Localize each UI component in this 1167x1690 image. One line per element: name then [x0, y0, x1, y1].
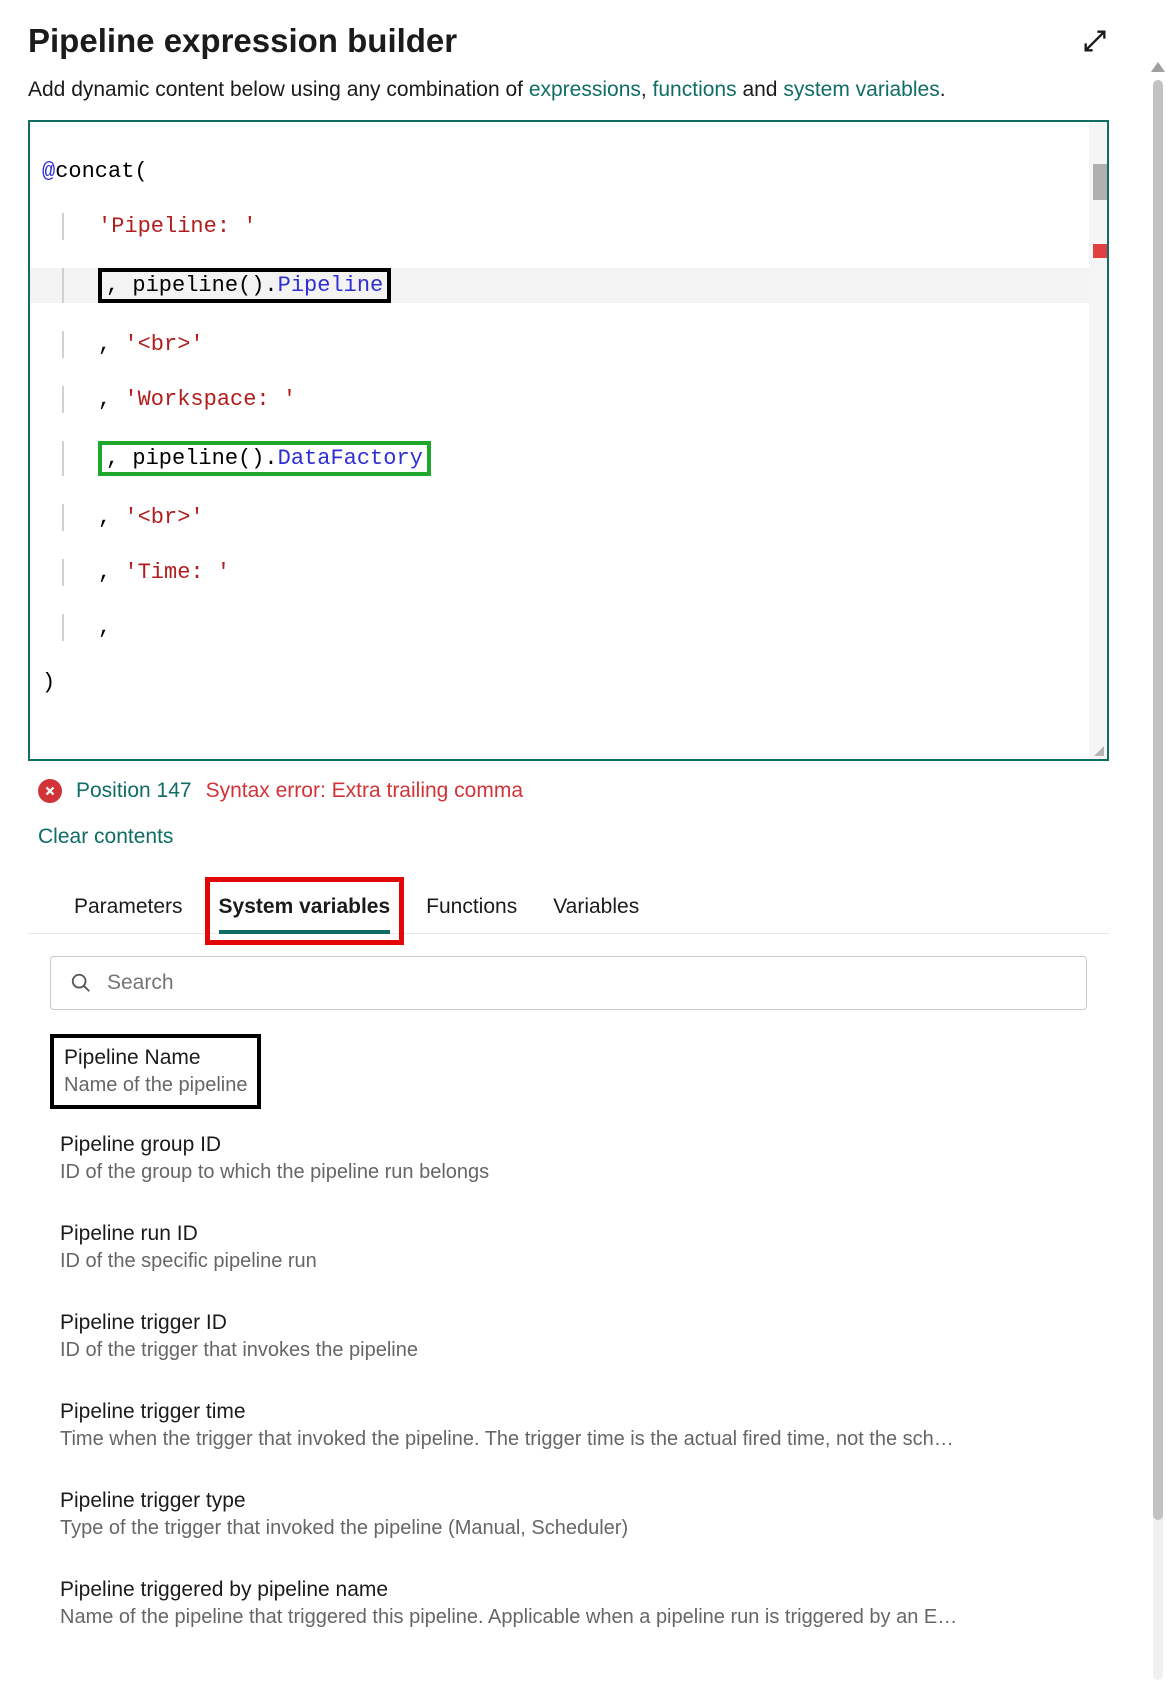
search-icon	[70, 972, 92, 994]
error-icon	[38, 779, 62, 803]
list-item-desc: Name of the pipeline that triggered this…	[60, 1606, 1077, 1629]
tab-parameters[interactable]: Parameters	[74, 885, 183, 933]
list-item[interactable]: Pipeline trigger ID ID of the trigger th…	[50, 1297, 1087, 1376]
list-item[interactable]: Pipeline triggered by pipeline run ID Ru…	[50, 1653, 1087, 1662]
error-message: Syntax error: Extra trailing comma	[206, 779, 523, 803]
list-item[interactable]: Pipeline triggered by pipeline name Name…	[50, 1564, 1087, 1643]
editor-scrollbar[interactable]	[1089, 122, 1107, 759]
list-item[interactable]: Pipeline trigger time Time when the trig…	[50, 1386, 1087, 1465]
list-item-desc: ID of the trigger that invokes the pipel…	[60, 1339, 1077, 1362]
resize-handle[interactable]	[1091, 743, 1105, 757]
page-title: Pipeline expression builder	[28, 22, 457, 60]
list-item-title: Pipeline group ID	[60, 1133, 1077, 1157]
system-variables-link[interactable]: system variables	[783, 78, 939, 101]
subtitle: Add dynamic content below using any comb…	[28, 78, 1109, 102]
tab-system-variables[interactable]: System variables	[219, 885, 391, 933]
annotation-black-box: Pipeline Name Name of the pipeline	[50, 1034, 261, 1109]
panel-scrollbar[interactable]	[1153, 80, 1163, 1680]
list-item-title: Pipeline Name	[64, 1046, 247, 1070]
system-variables-list: Pipeline Name Name of the pipeline Pipel…	[28, 1034, 1109, 1662]
list-item-title: Pipeline triggered by pipeline name	[60, 1578, 1077, 1602]
list-item[interactable]: Pipeline group ID ID of the group to whi…	[50, 1119, 1087, 1198]
list-item-title: Pipeline trigger ID	[60, 1311, 1077, 1335]
list-item-desc: Time when the trigger that invoked the p…	[60, 1428, 1077, 1451]
list-item-title: Pipeline trigger type	[60, 1489, 1077, 1513]
list-item-desc: ID of the group to which the pipeline ru…	[60, 1161, 1077, 1184]
expressions-link[interactable]: expressions	[529, 78, 641, 101]
tab-variables[interactable]: Variables	[553, 885, 639, 933]
expression-editor[interactable]: @concat( 'Pipeline: ' , pipeline().Pipel…	[28, 120, 1109, 761]
functions-link[interactable]: functions	[653, 78, 737, 101]
list-item[interactable]: Pipeline run ID ID of the specific pipel…	[50, 1208, 1087, 1287]
tabs-row: Parameters System variables Functions Va…	[28, 885, 1109, 934]
list-item[interactable]: Pipeline Name Name of the pipeline	[64, 1046, 247, 1097]
error-row: Position 147 Syntax error: Extra trailin…	[28, 779, 1109, 803]
tab-functions[interactable]: Functions	[426, 885, 517, 933]
error-position: Position 147	[76, 779, 192, 803]
list-item-desc: Name of the pipeline	[64, 1074, 247, 1097]
list-item-title: Pipeline run ID	[60, 1222, 1077, 1246]
list-item-desc: ID of the specific pipeline run	[60, 1250, 1077, 1273]
search-input[interactable]	[50, 956, 1087, 1010]
clear-contents-link[interactable]: Clear contents	[38, 825, 173, 849]
list-item-title: Pipeline trigger time	[60, 1400, 1077, 1424]
expand-icon[interactable]	[1081, 27, 1109, 55]
list-item[interactable]: Pipeline trigger type Type of the trigge…	[50, 1475, 1087, 1554]
list-item-desc: Type of the trigger that invoked the pip…	[60, 1517, 1077, 1540]
